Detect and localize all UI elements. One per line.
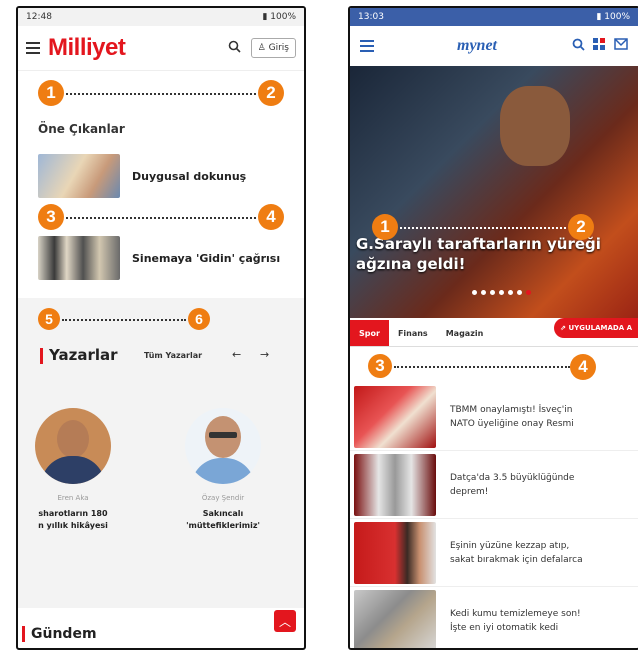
marker-2: 2 [568,214,594,240]
featured-title: Öne Çıkanlar [38,122,125,136]
slider-pagination[interactable] [472,290,531,295]
authors-heading: Yazarlar [40,346,118,364]
scroll-top-button[interactable]: ︿ [274,610,296,632]
mynet-logo[interactable]: mynet [382,37,572,55]
marker-1: 1 [372,214,398,240]
featured-thumbnail [38,154,120,198]
battery-indicator: ▮ 100% [596,12,630,22]
marker-connector [66,217,256,219]
gundem-heading: Gündem [22,626,97,642]
hero-headline: G.Saraylı taraftarların yüreği ağzına gel… [356,235,601,273]
news-item[interactable]: Eşinin yüzüne kezzap atıp, sakat bırakmak… [350,520,638,587]
app-header: Milliyet ♙ Giriş [18,26,304,71]
search-icon[interactable] [228,40,241,57]
user-icon: ♙ [257,43,266,53]
tab-spor[interactable]: Spor [350,320,389,346]
mynet-phone: 13:03 ▮ 100% mynet G.Saraylı taraftarlar… [348,6,638,650]
marker-2: 2 [258,80,284,106]
news-item[interactable]: Kedi kumu temizlemeye son! İşte en iyi ot… [350,588,638,648]
news-headline: TBMM onaylamıştı! İsveç'in NATO üyeliğine… [450,405,574,429]
arrow-right-icon[interactable]: → [260,348,269,361]
open-in-app-button[interactable]: ⇗ UYGULAMADA A [554,318,638,338]
battery-indicator: ▮ 100% [262,12,296,22]
featured-item[interactable]: Sinemaya 'Gidin' çağrısı [38,236,280,280]
milliyet-phone: 12:48 ▮ 100% Milliyet ♙ Giriş 1 2 Öne Çı… [16,6,306,650]
marker-connector [400,227,566,229]
marker-1: 1 [38,80,64,106]
menu-icon[interactable] [360,40,374,52]
news-headline: Datça'da 3.5 büyüklüğünde deprem! [450,473,575,497]
status-time: 13:03 [358,12,384,22]
news-thumbnail [354,454,436,516]
external-link-icon: ⇗ [560,324,567,332]
tab-finans[interactable]: Finans [389,320,437,346]
status-bar: 13:03 ▮ 100% [350,8,638,26]
news-item[interactable]: TBMM onaylamıştı! İsveç'in NATO üyeliğine… [350,384,638,451]
author-card[interactable]: Özay Şendir Sakıncalı'müttefiklerimiz' [168,408,278,532]
section-marker [40,347,43,364]
mail-icon[interactable] [614,37,628,55]
arrow-left-icon[interactable]: ← [232,348,241,361]
author-article-title: sharotların 180 n yıllık hikâyesi [38,509,108,530]
featured-thumbnail [38,236,120,280]
featured-headline: Duygusal dokunuş [132,169,247,183]
marker-connector [66,93,256,95]
category-tabs: Spor Finans Magazin ⇗ UYGULAMADA A [350,318,638,347]
menu-icon[interactable] [26,42,40,54]
featured-headline: Sinemaya 'Gidin' çağrısı [132,251,281,265]
news-headline: Kedi kumu temizlemeye son! İşte en iyi ot… [450,609,581,633]
marker-3: 3 [38,204,64,230]
marker-5: 5 [38,308,60,330]
hero-slider[interactable]: G.Saraylı taraftarların yüreği ağzına gel… [350,66,638,318]
author-card[interactable]: Eren Aka sharotların 180 n yıllık hikâyes… [18,408,128,532]
section-marker [22,626,25,642]
avatar [35,408,111,484]
tab-magazin[interactable]: Magazin [437,320,493,346]
news-thumbnail [354,522,436,584]
marker-6: 6 [188,308,210,330]
marker-3: 3 [368,354,392,378]
all-authors-link[interactable]: Tüm Yazarlar [144,351,202,360]
login-button[interactable]: ♙ Giriş [250,38,296,58]
status-time: 12:48 [26,12,52,22]
chevron-up-icon: ︿ [278,614,291,629]
app-header: mynet [350,26,638,66]
hero-image [500,86,570,166]
author-name: Özay Şendir [201,494,245,502]
author-name: Eren Aka [57,494,89,502]
featured-item[interactable]: Duygusal dokunuş [38,154,246,198]
avatar [185,408,261,484]
status-bar: 12:48 ▮ 100% [18,8,304,26]
marker-connector [394,366,570,368]
marker-4: 4 [258,204,284,230]
news-item[interactable]: Datça'da 3.5 büyüklüğünde deprem! [350,452,638,519]
news-thumbnail [354,386,436,448]
marker-connector [62,319,186,321]
grid-icon[interactable] [593,37,606,55]
author-article-title: Sakıncalı'müttefiklerimiz' [186,509,260,530]
milliyet-logo[interactable]: Milliyet [48,34,228,62]
news-thumbnail [354,590,436,648]
marker-4: 4 [570,354,596,380]
search-icon[interactable] [572,38,585,55]
login-label: Giriş [268,43,289,53]
news-headline: Eşinin yüzüne kezzap atıp, sakat bırakmak… [450,541,583,565]
